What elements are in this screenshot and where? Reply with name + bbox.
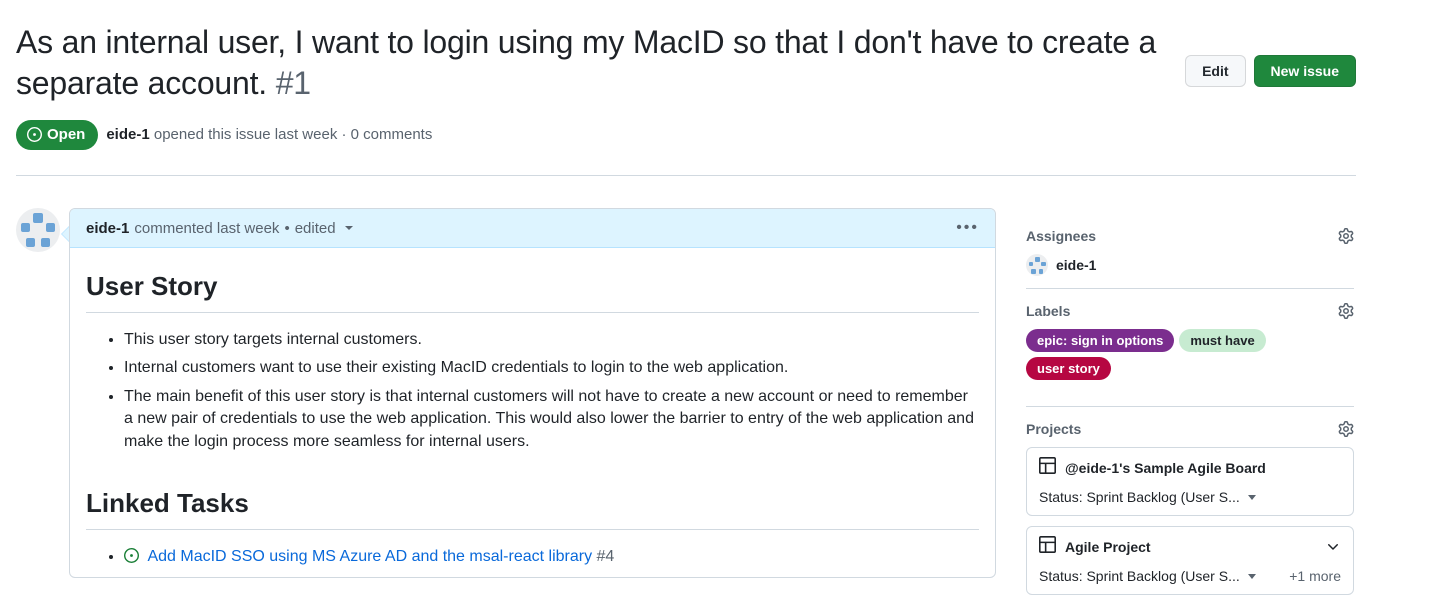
label-chip[interactable]: epic: sign in options [1026,329,1175,352]
sidebar-divider [1026,406,1354,407]
issue-meta-detail: opened this issue last week · 0 comments [149,126,433,144]
linked-task-number: #4 [596,548,615,566]
section-heading-linked-tasks: Linked Tasks [86,487,979,531]
section-heading-user-story: User Story [86,270,979,313]
comment-separator: • [284,219,290,237]
comment-byline: eide-1 commented last week • edited [86,220,353,237]
project-status-select[interactable]: Status: Sprint Backlog (User S... [1039,489,1256,505]
linked-tasks-list: Add MacID SSO using MS Azure AD and the … [86,546,979,571]
issue-meta-row: Open eide-1 opened this issue last week … [16,119,1356,150]
project-title-left: Agile Project [1039,536,1151,558]
avatar [1026,254,1048,276]
sidebar-section-labels: Labels epic: sign in options must have u… [1026,303,1354,392]
list-item: Add MacID SSO using MS Azure AD and the … [124,546,979,571]
list-item: This user story targets internal custome… [124,329,979,352]
header-actions: Edit New issue [1185,22,1356,87]
comment-edited-label[interactable]: edited [295,220,336,237]
projects-title: Projects [1026,421,1082,437]
comment-author[interactable]: eide-1 [86,220,129,237]
project-status-label: Status: Sprint Backlog (User S... [1039,568,1240,584]
edit-button[interactable]: Edit [1185,55,1246,87]
status-badge-label: Open [47,125,86,143]
assignees-header: Assignees [1026,228,1354,244]
sidebar-divider [1026,288,1354,289]
issue-header: As an internal user, I want to login usi… [16,22,1356,150]
project-title-row: @eide-1's Sample Agile Board [1039,457,1341,479]
gear-icon[interactable] [1338,228,1354,244]
issue-open-icon [124,548,143,567]
project-status-label: Status: Sprint Backlog (User S... [1039,489,1240,505]
chevron-down-icon[interactable] [1247,573,1256,579]
chevron-down-icon[interactable] [344,226,353,230]
new-issue-button[interactable]: New issue [1253,55,1356,87]
comment-meta: commented last week [134,219,280,237]
gear-icon[interactable] [1338,421,1354,437]
project-board-icon [1039,536,1056,558]
project-title-left: @eide-1's Sample Agile Board [1039,457,1266,479]
list-item: The main benefit of this user story is t… [124,386,979,454]
chevron-down-icon[interactable] [1247,494,1256,500]
issue-author[interactable]: eide-1 [106,126,149,143]
project-name: Agile Project [1065,539,1151,555]
labels-list: epic: sign in options must have user sto… [1026,329,1354,380]
comment-pointer [60,226,69,242]
user-story-list: This user story targets internal custome… [86,329,979,454]
list-item: Internal customers want to use their exi… [124,357,979,380]
issue-page: As an internal user, I want to login usi… [0,0,1434,604]
label-chip[interactable]: user story [1026,357,1111,380]
comment-header: eide-1 commented last week • edited ••• [70,209,995,248]
project-status-row: Status: Sprint Backlog (User S... [1039,489,1341,505]
assignee-name[interactable]: eide-1 [1056,257,1096,273]
issue-opened-icon [27,127,42,143]
project-status-select[interactable]: Status: Sprint Backlog (User S... [1039,568,1256,584]
assignees-title: Assignees [1026,228,1097,244]
gear-icon[interactable] [1338,303,1354,319]
label-chip[interactable]: must have [1179,329,1266,352]
avatar[interactable] [16,208,60,252]
issue-meta-text: eide-1 opened this issue last week · 0 c… [106,126,432,143]
comment-body: User Story This user story targets inter… [70,248,995,571]
main-column: eide-1 commented last week • edited ••• … [16,208,996,578]
header-divider [16,175,1356,176]
sidebar-section-assignees: Assignees eide-1 [1026,228,1354,288]
issue-title-text: As an internal user, I want to login usi… [16,24,1157,101]
project-card[interactable]: @eide-1's Sample Agile Board Status: Spr… [1026,447,1354,516]
page-title: As an internal user, I want to login usi… [16,22,1176,104]
issue-number: #1 [275,64,311,101]
projects-header: Projects [1026,421,1354,437]
chevron-down-icon[interactable] [1325,539,1341,555]
sidebar: Assignees eide-1 Labels epic: sign in op… [1026,228,1354,604]
project-title-row: Agile Project [1039,536,1341,558]
status-badge: Open [16,119,99,150]
sidebar-section-projects: Projects @eide-1's Sample Agile Board St… [1026,421,1354,604]
project-name: @eide-1's Sample Agile Board [1065,460,1266,476]
project-card[interactable]: Agile Project Status: Sprint Backlog (Us… [1026,526,1354,595]
comment-box: eide-1 commented last week • edited ••• … [69,208,996,578]
title-row: As an internal user, I want to login usi… [16,22,1356,104]
labels-title: Labels [1026,303,1071,319]
linked-task-link[interactable]: Add MacID SSO using MS Azure AD and the … [147,548,592,565]
comment-wrapper: eide-1 commented last week • edited ••• … [16,208,996,578]
project-board-icon [1039,457,1056,479]
assignee-item[interactable]: eide-1 [1026,254,1354,276]
project-status-row: Status: Sprint Backlog (User S... +1 mor… [1039,568,1341,584]
project-more-count[interactable]: +1 more [1289,568,1341,584]
comment-menu-button[interactable]: ••• [956,220,979,236]
labels-header: Labels [1026,303,1354,319]
